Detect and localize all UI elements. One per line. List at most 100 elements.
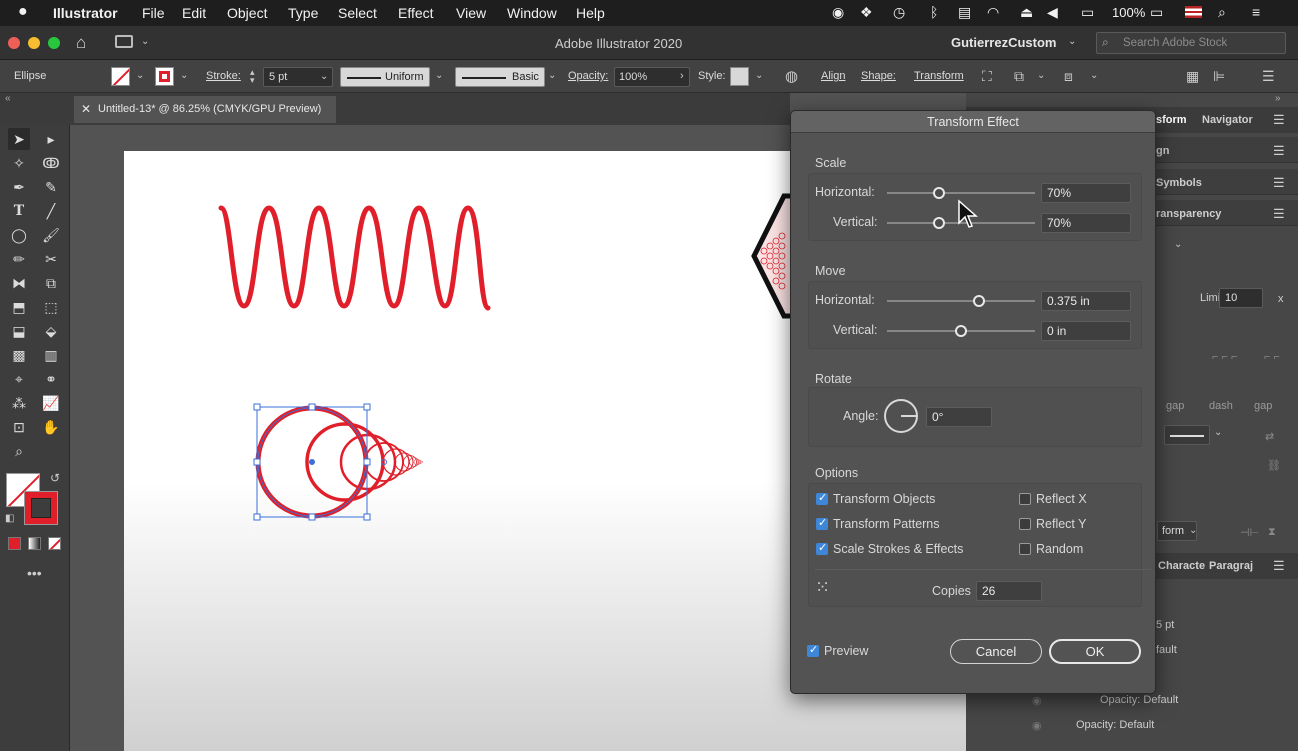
panel-menu-icon[interactable]: ☰ [1273,175,1285,191]
random-label[interactable]: Random [1036,542,1083,556]
chevron-down-icon[interactable]: ⌄ [755,70,763,81]
cancel-button[interactable]: Cancel [950,639,1042,664]
document-tab[interactable]: ✕ Untitled-13* @ 86.25% (CMYK/GPU Previe… [74,96,336,123]
dropbox-icon[interactable]: ❖ [860,4,873,21]
dialog-title[interactable]: Transform Effect [791,111,1155,133]
scale-vertical-input[interactable]: 70% [1041,213,1131,233]
move-horizontal-input[interactable]: 0.375 in [1041,291,1131,311]
eject-icon[interactable]: ⏏ [1020,4,1033,21]
reflect-x-label[interactable]: Reflect X [1036,492,1087,506]
stepper-arrows-icon[interactable]: ▴ ▾ [250,68,255,85]
color-mode-button[interactable] [8,537,21,550]
width-tool-icon[interactable]: ⬒ [8,296,30,318]
random-checkbox[interactable] [1019,543,1031,555]
align-link[interactable]: Align [821,70,845,82]
ok-button[interactable]: OK [1049,639,1141,664]
curvature-tool-icon[interactable]: ✎ [40,176,62,198]
mesh-tool-icon[interactable]: ▩ [8,344,30,366]
opacity-field[interactable]: 100% › [614,67,690,87]
hand-tool-icon[interactable]: ✋ [40,416,62,438]
align-stroke-icon[interactable]: ⊣⊢ [1240,526,1259,539]
pen-tool-icon[interactable]: ✒ [8,176,30,198]
recolor-artwork-icon[interactable]: ◍ [785,67,798,85]
close-window-button[interactable] [8,37,20,49]
scale-strokes-effects-label[interactable]: Scale Strokes & Effects [833,542,963,556]
chevron-down-icon[interactable]: ⌄ [1189,525,1197,536]
wifi-icon[interactable]: ◠ [987,4,999,21]
stroke-weight-field[interactable]: 5 pt ⌄ [263,67,333,87]
time-machine-icon[interactable]: ◷ [893,4,905,21]
copies-input[interactable]: 26 [976,581,1042,601]
direct-selection-tool-icon[interactable]: ▸ [40,128,62,150]
envelope-distort-icon[interactable]: ⧈ [1064,68,1073,85]
magic-wand-tool-icon[interactable]: ✧ [8,152,30,174]
chevron-down-icon[interactable]: ⌄ [1174,239,1182,250]
menu-view[interactable]: View [456,5,486,21]
flip-icon[interactable]: ⧗ [1268,526,1276,539]
scale-tool-icon[interactable]: ⧉ [40,272,62,294]
chevron-down-icon[interactable]: ⌄ [141,36,149,47]
battery-icon[interactable]: ▭ [1150,4,1163,21]
edit-toolbar-icon[interactable]: ••• [27,565,42,581]
swap-colors-icon[interactable]: ↺ [50,471,60,485]
chevron-down-icon[interactable]: ⌄ [136,70,144,81]
reflect-x-checkbox[interactable] [1019,493,1031,505]
graph-tool-icon[interactable]: 📈 [40,392,62,414]
select-similar-icon[interactable]: ⛶ [982,68,992,85]
reflect-y-label[interactable]: Reflect Y [1036,517,1087,531]
isolate-icon[interactable]: ⧉ [1014,68,1024,85]
symbol-sprayer-tool-icon[interactable]: ⁂ [8,392,30,414]
line-tool-icon[interactable]: ╱ [40,200,62,222]
rotate-angle-input[interactable]: 0° [926,407,992,427]
transform-patterns-label[interactable]: Transform Patterns [833,517,940,531]
stroke-color-box[interactable] [24,491,58,525]
red-zigzag-path[interactable] [218,205,491,311]
zoom-tool-icon[interactable]: ⌕ [8,440,30,462]
miter-limit-field[interactable]: 10 [1219,288,1263,308]
reflect-y-checkbox[interactable] [1019,518,1031,530]
shape-link[interactable]: Shape: [861,70,896,82]
keyboard-icon[interactable]: ▤ [958,4,971,21]
variable-width-profile[interactable]: Uniform [340,67,430,87]
gradient-mode-button[interactable] [28,537,41,550]
appearance-opacity-row[interactable]: Opacity: Default [1100,694,1178,706]
volume-icon[interactable]: ◀ [1047,4,1058,21]
move-vertical-slider-thumb[interactable] [955,325,967,337]
lasso-tool-icon[interactable]: ↂ [40,152,62,174]
menu-object[interactable]: Object [227,5,267,21]
move-horizontal-slider-thumb[interactable] [972,295,985,307]
scissors-tool-icon[interactable]: ✂ [40,248,62,270]
align-panel-icon[interactable]: ⊫ [1213,68,1225,85]
panel-menu-icon[interactable]: ☰ [1273,143,1285,159]
free-transform-tool-icon[interactable]: ⬚ [40,296,62,318]
transformed-circles[interactable] [255,405,423,519]
zoom-window-button[interactable] [48,37,60,49]
menu-window[interactable]: Window [507,5,557,21]
menu-select[interactable]: Select [338,5,377,21]
panel-align-row[interactable]: gn [1156,145,1169,157]
scale-strokes-effects-checkbox[interactable] [816,541,828,555]
scale-horizontal-slider-track[interactable] [887,192,1035,194]
visibility-eye-icon[interactable]: ◉ [1032,719,1042,732]
chevron-down-icon[interactable]: ⌄ [1068,36,1076,47]
link-scale-icon[interactable]: ⛓ [1267,459,1281,472]
notification-center-icon[interactable]: ≡ [1252,4,1260,20]
chevron-down-icon[interactable]: ⌄ [435,70,443,81]
ellipse-tool-icon[interactable]: ◯ [8,224,30,246]
menu-file[interactable]: File [142,5,165,21]
control-bar-menu-icon[interactable]: ☰ [1262,68,1275,85]
record-icon[interactable]: ◉ [832,4,844,21]
chevron-down-icon[interactable]: ⌄ [1037,70,1045,81]
default-colors-icon[interactable]: ◧ [5,513,14,524]
spotlight-search-icon[interactable]: ⌕ [1218,4,1226,21]
panel-symbols-row[interactable]: Symbols [1156,177,1202,189]
tab-navigator[interactable]: Navigator [1202,114,1253,126]
scale-horizontal-slider-thumb[interactable] [932,187,945,199]
appearance-opacity-row[interactable]: Opacity: Default [1076,719,1154,731]
stroke-swatch[interactable] [155,67,174,86]
brush-definition[interactable]: Basic [455,67,545,87]
stock-search-input[interactable]: ⌕ Search Adobe Stock [1096,32,1286,54]
reflect-tool-icon[interactable]: ⧓ [8,272,30,294]
preview-label[interactable]: Preview [824,644,868,658]
shape-builder-tool-icon[interactable]: ⬓ [8,320,30,342]
